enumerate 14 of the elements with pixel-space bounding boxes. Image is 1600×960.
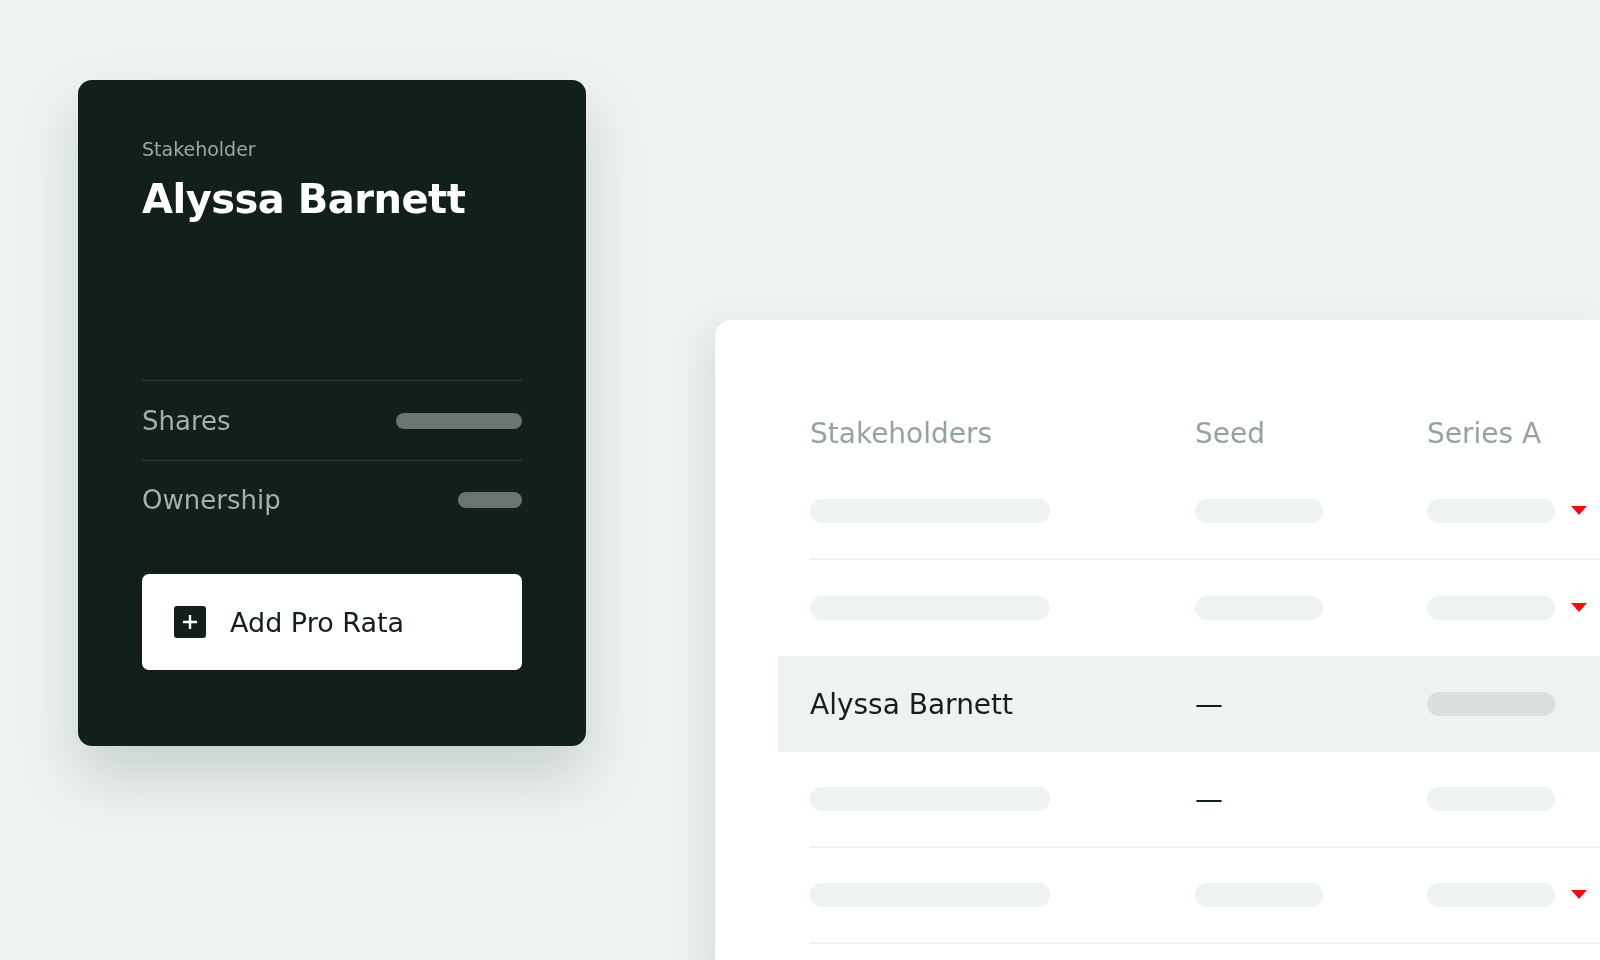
stakeholder-name-cell: Alyssa Barnett	[810, 687, 1014, 721]
add-pro-rata-button[interactable]: Add Pro Rata	[142, 574, 522, 670]
stakeholder-name: Alyssa Barnett	[142, 176, 467, 222]
table-row[interactable]: —	[810, 752, 1600, 848]
card-label: Stakeholder	[142, 138, 257, 160]
column-header: Seed	[1195, 416, 1266, 450]
value-placeholder	[458, 492, 522, 508]
field-label: Shares	[142, 405, 231, 436]
seed-cell: —	[1195, 687, 1223, 721]
seed-cell: —	[1195, 782, 1223, 816]
column-header: Stakeholders	[810, 416, 994, 450]
column-header: Series A	[1427, 416, 1543, 450]
plus-icon	[174, 606, 206, 638]
field-label: Ownership	[142, 485, 281, 515]
